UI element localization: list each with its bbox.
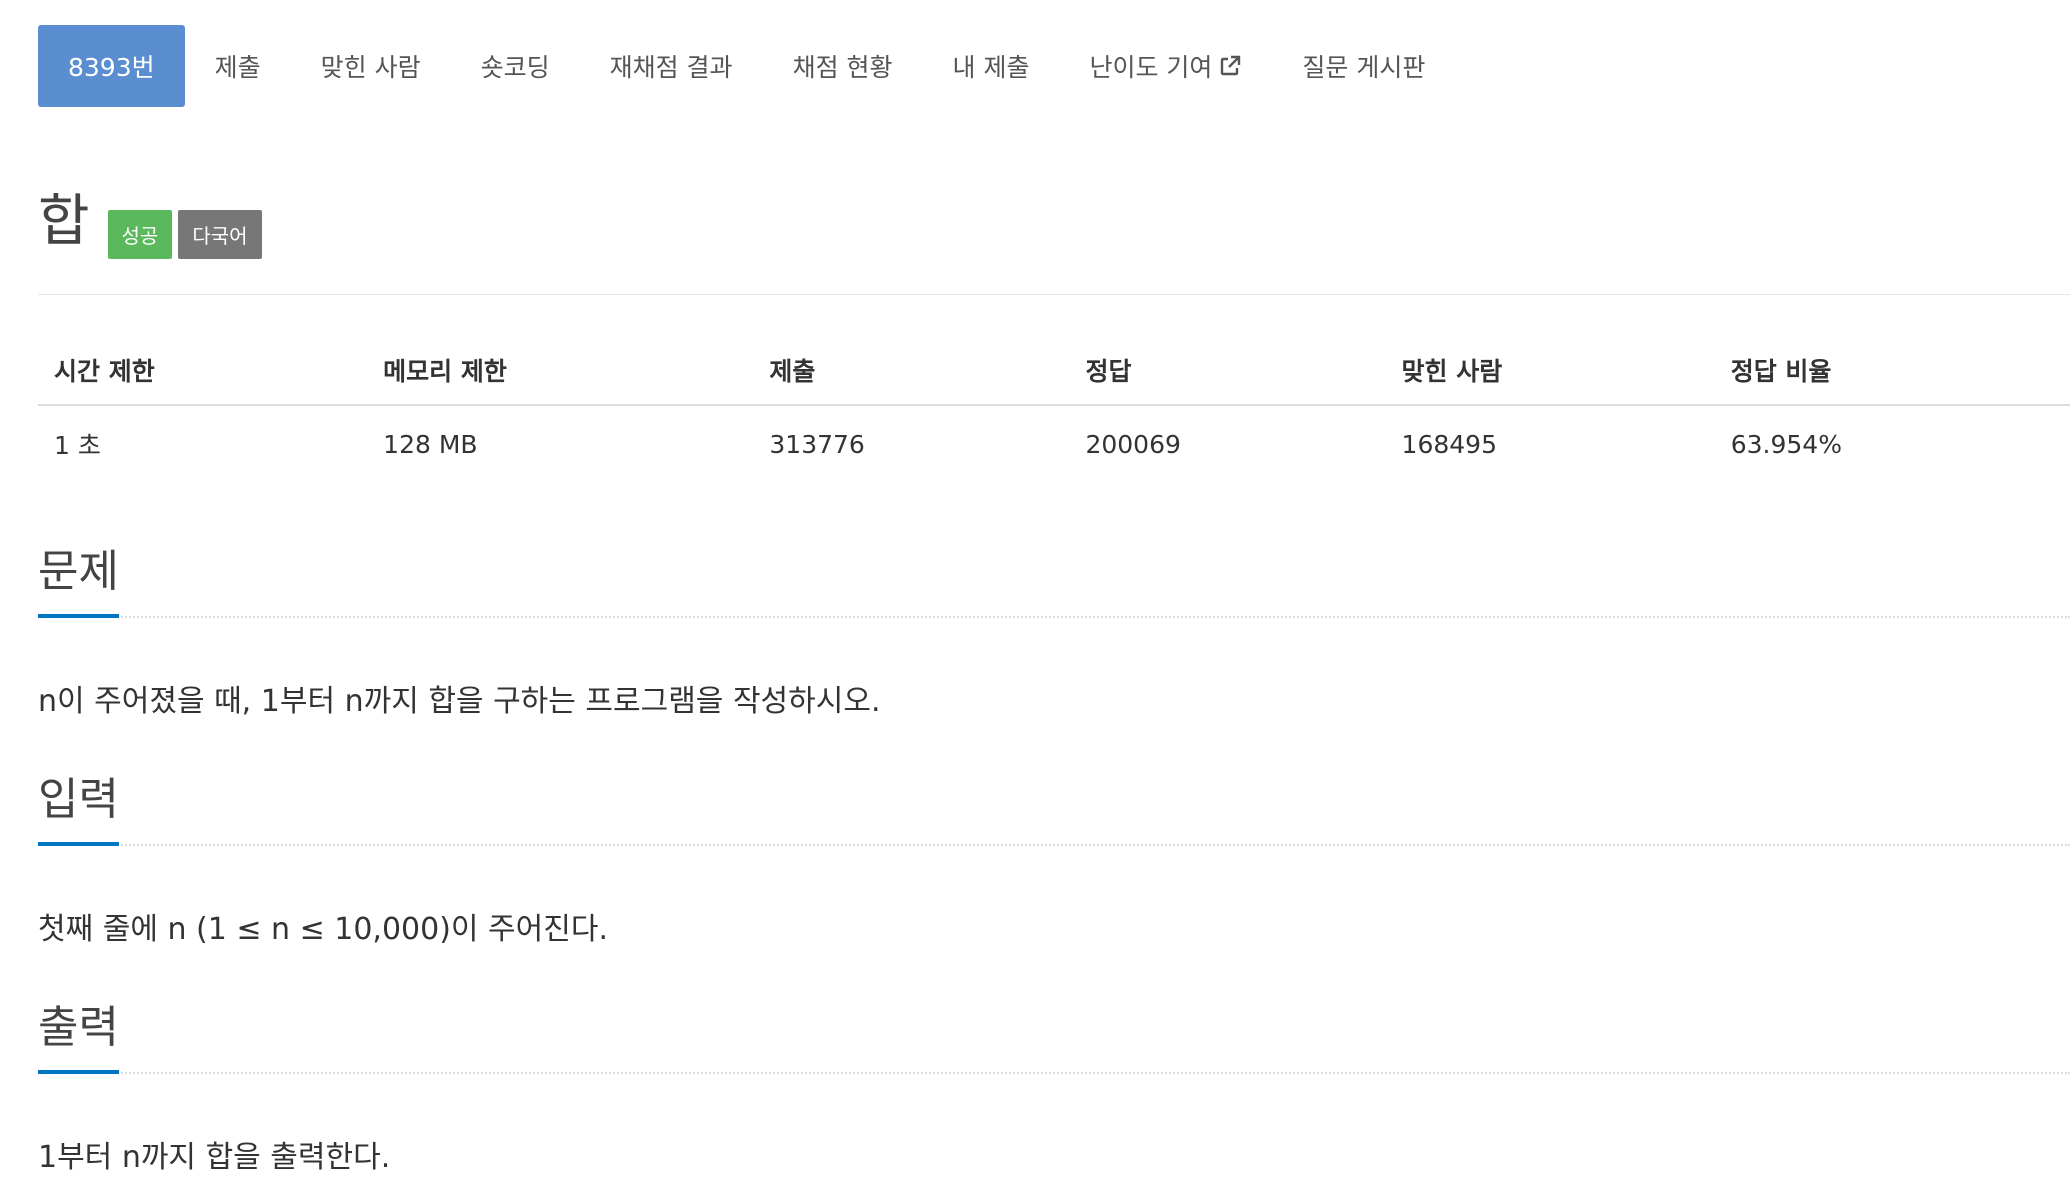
section-output: 출력 1부터 n까지 합을 출력한다. — [38, 992, 2070, 1176]
header-accepted: 정답 — [1069, 340, 1386, 406]
tab-difficulty-contribution-label: 난이도 기여 — [1089, 53, 1213, 82]
tab-question-board-label: 질문 게시판 — [1302, 53, 1426, 82]
section-output-title: 출력 — [38, 998, 119, 1074]
cell-memory-limit: 128 MB — [383, 429, 478, 459]
tab-judge-status-label: 채점 현황 — [792, 53, 893, 82]
tab-short-coding[interactable]: 숏코딩 — [451, 25, 580, 107]
section-input: 입력 첫째 줄에 n (1 ≤ n ≤ 10,000)이 주어진다. — [38, 764, 2070, 948]
tab-difficulty-contribution[interactable]: 난이도 기여 — [1059, 25, 1272, 107]
table-header-row: 시간 제한 메모리 제한 제출 정답 맞힌 사람 정답 비율 — [38, 340, 2070, 406]
section-output-text: 1부터 n까지 합을 출력한다. — [38, 1140, 391, 1175]
tab-problem[interactable]: 8393번 — [38, 25, 185, 107]
cell-solved-users: 168495 — [1401, 429, 1497, 459]
section-description: 문제 n이 주어졌을 때, 1부터 n까지 합을 구하는 프로그램을 작성하시오… — [38, 536, 2070, 720]
header-submissions: 제출 — [753, 340, 1070, 406]
problem-info-table: 시간 제한 메모리 제한 제출 정답 맞힌 사람 정답 비율 1 초 128 M… — [38, 340, 2070, 478]
cell-accepted: 200069 — [1085, 429, 1181, 459]
cell-accept-ratio: 63.954% — [1730, 429, 1842, 459]
title-divider — [38, 294, 2070, 295]
problem-nav-tabs: 8393번 제출 맞힌 사람 숏코딩 재채점 결과 채점 현황 내 제출 난이도… — [38, 25, 1455, 107]
section-output-headline: 출력 — [38, 992, 2070, 1074]
tab-submit[interactable]: 제출 — [185, 25, 291, 107]
tab-short-coding-label: 숏코딩 — [480, 53, 550, 82]
tab-question-board[interactable]: 질문 게시판 — [1272, 25, 1455, 107]
cell-time-limit: 1 초 — [54, 431, 101, 460]
problem-page: 8393번 제출 맞힌 사람 숏코딩 재채점 결과 채점 현황 내 제출 난이도… — [0, 0, 2070, 1194]
tab-solved-users-label: 맞힌 사람 — [320, 53, 421, 82]
status-badge-multilingual: 다국어 — [178, 209, 262, 259]
cell-submissions: 313776 — [769, 429, 865, 459]
section-input-headline: 입력 — [38, 764, 2070, 846]
status-badge-success: 성공 — [107, 209, 173, 259]
section-description-headline: 문제 — [38, 536, 2070, 618]
tab-problem-label: 8393번 — [68, 53, 155, 82]
tab-rejudge-results-label: 재채점 결과 — [609, 53, 733, 82]
section-description-title: 문제 — [38, 542, 119, 618]
tab-my-submissions-label: 내 제출 — [952, 53, 1030, 82]
problem-title-row: 합 성공 다국어 — [38, 189, 268, 259]
section-description-text: n이 주어졌을 때, 1부터 n까지 합을 구하는 프로그램을 작성하시오. — [38, 684, 881, 719]
header-solved-users: 맞힌 사람 — [1385, 340, 1715, 406]
section-input-text: 첫째 줄에 n (1 ≤ n ≤ 10,000)이 주어진다. — [38, 912, 608, 947]
tab-my-submissions[interactable]: 내 제출 — [923, 25, 1060, 107]
tab-judge-status[interactable]: 채점 현황 — [763, 25, 923, 107]
tab-solved-users[interactable]: 맞힌 사람 — [291, 25, 451, 107]
section-input-title: 입력 — [38, 770, 119, 846]
header-time-limit: 시간 제한 — [38, 340, 368, 406]
tab-rejudge-results[interactable]: 재채점 결과 — [580, 25, 763, 107]
external-link-icon — [1218, 54, 1242, 78]
tab-submit-label: 제출 — [214, 53, 261, 82]
header-memory-limit: 메모리 제한 — [367, 340, 754, 406]
header-accept-ratio: 정답 비율 — [1714, 340, 2070, 406]
table-row: 1 초 128 MB 313776 200069 168495 63.954% — [38, 405, 2070, 478]
page-title: 합 — [38, 189, 90, 254]
